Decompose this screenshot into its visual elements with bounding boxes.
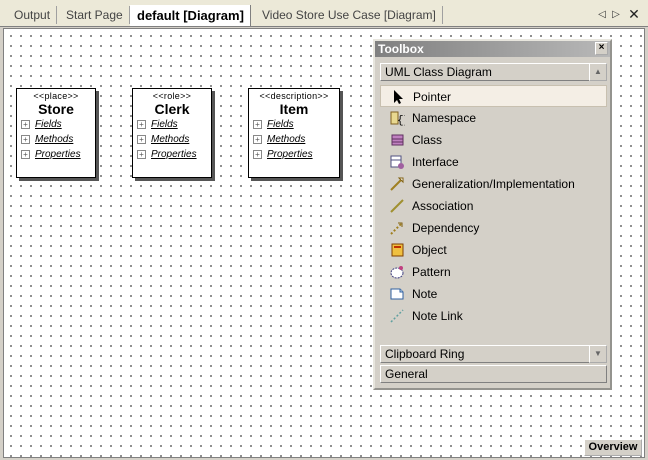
toolbox-item-class[interactable]: Class (380, 129, 607, 151)
scroll-up-icon[interactable]: ▲ (589, 63, 607, 81)
pattern-icon (390, 266, 404, 279)
category-label: Clipboard Ring (385, 347, 465, 361)
toolbox-item-generalization[interactable]: Generalization/Implementation (380, 173, 607, 195)
toolbox-window: Toolbox × UML Class Diagram ▲ Pointer {}… (373, 39, 612, 390)
properties-label: Properties (151, 149, 197, 160)
expand-icon[interactable]: + (253, 119, 262, 129)
class-shape-clerk[interactable]: <<role>> Clerk + Fields + Methods + Propert… (132, 88, 212, 178)
toolbox-item-pointer[interactable]: Pointer (380, 85, 607, 107)
class-name: Store (38, 101, 74, 117)
category-uml-class-diagram[interactable]: UML Class Diagram ▲ (380, 63, 607, 81)
tab-output[interactable]: Output (8, 6, 58, 24)
item-label: Generalization/Implementation (412, 177, 575, 191)
toolbox-title: Toolbox (378, 42, 424, 56)
item-label: Note (412, 287, 438, 301)
toolbox-item-association[interactable]: Association (380, 195, 607, 217)
toolbox-close-icon[interactable]: × (595, 42, 608, 55)
item-label: Pointer (413, 90, 452, 104)
generalization-icon (390, 177, 404, 191)
properties-label: Properties (35, 149, 81, 160)
class-stereotype: <<place>> (33, 91, 79, 101)
fields-section[interactable]: + Fields (21, 117, 95, 132)
item-label: Association (412, 199, 474, 213)
fields-label: Fields (151, 119, 178, 130)
properties-section[interactable]: + Properties (253, 147, 339, 162)
item-label: Note Link (412, 309, 463, 323)
item-label: Pattern (412, 265, 451, 279)
expand-icon[interactable]: + (253, 134, 262, 144)
class-stereotype: <<description>> (259, 91, 329, 101)
class-name: Clerk (154, 101, 190, 117)
toolbox-item-note-link[interactable]: Note Link (380, 305, 607, 327)
category-clipboard-ring[interactable]: Clipboard Ring ▼ (380, 345, 607, 363)
expand-icon[interactable]: + (137, 149, 146, 159)
pointer-icon (394, 90, 403, 104)
class-shape-item[interactable]: <<description>> Item + Fields + Methods + P… (248, 88, 340, 178)
association-icon (390, 199, 404, 213)
document-tab-bar: Output Start Page default [Diagram] Vide… (0, 0, 648, 27)
methods-label: Methods (151, 134, 190, 145)
tab-scroll-right-icon[interactable]: ▷ (610, 8, 622, 22)
class-shape-store[interactable]: <<place>> Store + Fields + Methods + Proper… (16, 88, 96, 178)
expand-icon[interactable]: + (21, 119, 30, 129)
category-label: General (385, 367, 428, 381)
toolbox-item-list: Pointer {} Namespace Class Interface Gen… (380, 85, 607, 327)
tab-start-page[interactable]: Start Page (60, 6, 130, 24)
note-link-icon (390, 309, 404, 323)
dependency-icon (390, 222, 403, 235)
scroll-down-icon[interactable]: ▼ (589, 345, 607, 363)
methods-label: Methods (35, 134, 74, 145)
toolbox-item-pattern[interactable]: Pattern (380, 261, 607, 283)
methods-section[interactable]: + Methods (137, 132, 211, 147)
toolbox-item-dependency[interactable]: Dependency (380, 217, 607, 239)
overview-button[interactable]: Overview (584, 439, 642, 456)
item-label: Namespace (412, 111, 477, 125)
toolbox-title-bar[interactable]: Toolbox × (375, 41, 610, 57)
toolbox-item-object[interactable]: Object (380, 239, 607, 261)
toolbox-item-note[interactable]: Note (380, 283, 607, 305)
tab-scroll-left-icon[interactable]: ◁ (596, 8, 608, 22)
svg-text:{}: {} (397, 115, 405, 126)
properties-label: Properties (267, 149, 313, 160)
toolbox-item-namespace[interactable]: {} Namespace (380, 107, 607, 129)
item-label: Interface (412, 155, 459, 169)
fields-section[interactable]: + Fields (137, 117, 211, 132)
namespace-icon: {} (390, 111, 405, 126)
interface-icon (390, 155, 404, 169)
category-general[interactable]: General (380, 365, 607, 383)
expand-icon[interactable]: + (21, 149, 30, 159)
tab-video-store-use-case[interactable]: Video Store Use Case [Diagram] (256, 6, 443, 24)
item-label: Class (412, 133, 443, 147)
close-document-icon[interactable]: ✕ (627, 6, 641, 22)
class-name: Item (279, 101, 309, 117)
fields-section[interactable]: + Fields (253, 117, 339, 132)
fields-label: Fields (35, 119, 62, 130)
properties-section[interactable]: + Properties (137, 147, 211, 162)
methods-label: Methods (267, 134, 306, 145)
methods-section[interactable]: + Methods (253, 132, 339, 147)
note-icon (390, 288, 404, 300)
expand-icon[interactable]: + (137, 119, 146, 129)
item-label: Object (412, 243, 447, 257)
class-icon (391, 134, 404, 146)
expand-icon[interactable]: + (21, 134, 30, 144)
fields-label: Fields (267, 119, 294, 130)
expand-icon[interactable]: + (137, 134, 146, 144)
toolbox-item-interface[interactable]: Interface (380, 151, 607, 173)
tab-default-diagram[interactable]: default [Diagram] (130, 5, 251, 26)
item-label: Dependency (412, 221, 480, 235)
category-label: UML Class Diagram (385, 65, 492, 79)
expand-icon[interactable]: + (253, 149, 262, 159)
properties-section[interactable]: + Properties (21, 147, 95, 162)
object-icon (391, 243, 404, 257)
methods-section[interactable]: + Methods (21, 132, 95, 147)
class-stereotype: <<role>> (152, 91, 192, 101)
